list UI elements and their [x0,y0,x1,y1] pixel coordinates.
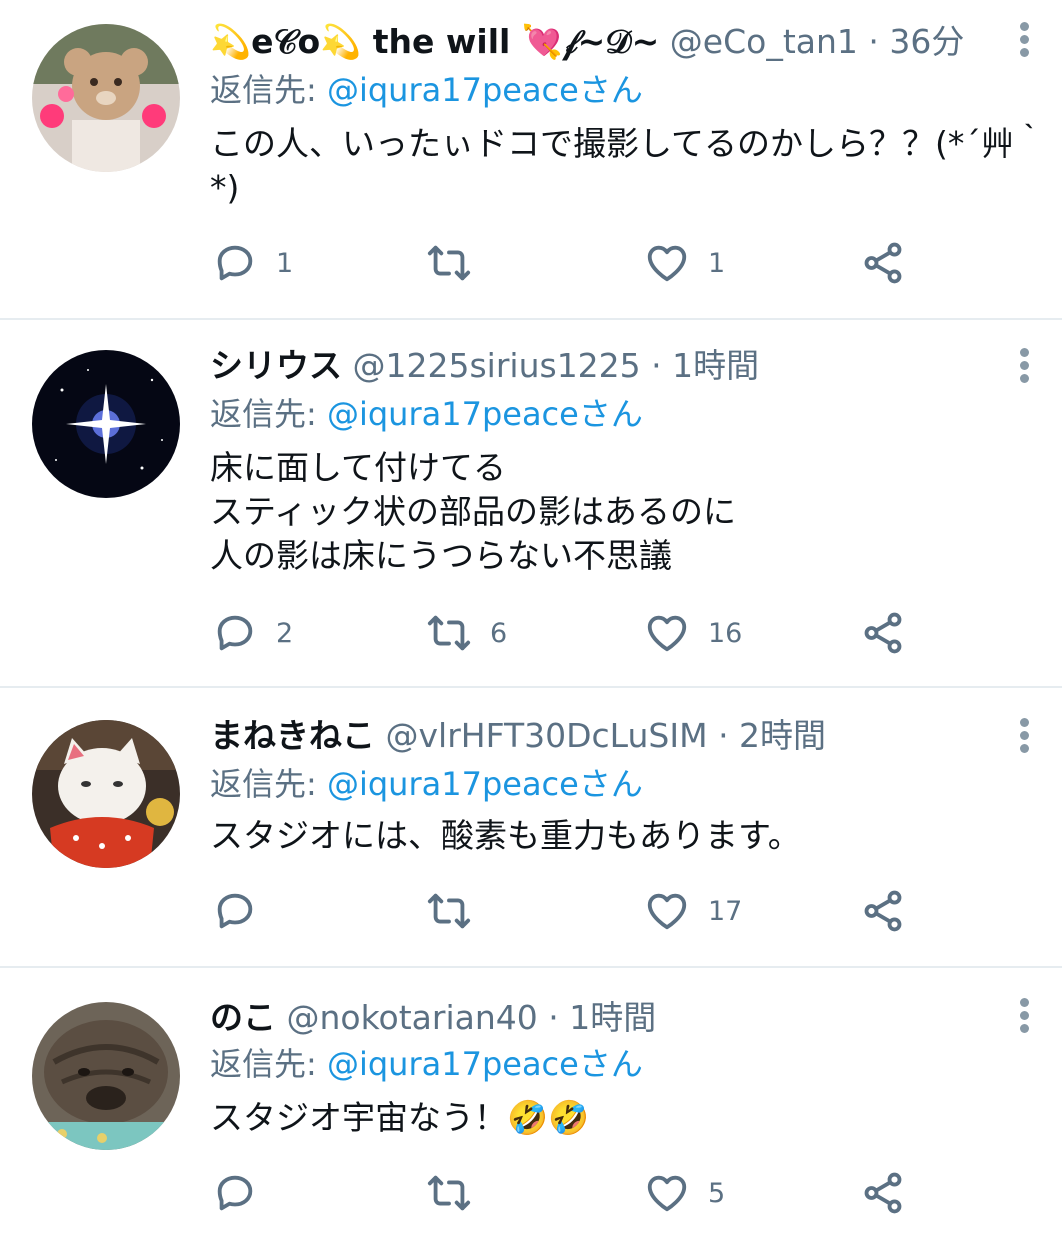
tweet-text-line: この人、いったぃドコで撮影してるのかしら？？(*´艸｀ [210,124,1047,163]
reply-context: 返信先: @iqura17peaceさん [210,392,643,436]
reply-button[interactable]: 2 [212,608,293,658]
action-bar: 1 1 [0,238,1062,288]
like-button[interactable]: 1 [644,238,725,288]
retweet-button[interactable] [426,886,490,936]
reply-prefix: 返信先: [210,765,327,803]
tweet-text: スタジオ宇宙なう！🤣🤣 [210,1096,1040,1140]
action-bar: 2 6 16 [0,608,1062,658]
like-button[interactable]: 16 [644,608,742,658]
like-icon [647,615,687,652]
like-icon [647,245,687,282]
retweet-button[interactable]: 6 [426,608,507,658]
tweet-text-line: スティック状の部品の影はあるのに [210,492,737,531]
share-icon [864,242,902,284]
retweet-icon [427,245,471,281]
reply-count: 2 [276,617,294,649]
reply-to-link[interactable]: @iqura17peaceさん [327,395,643,433]
action-bar: 17 [0,886,1062,936]
tweet[interactable]: のこ @nokotarian40 · 1時間 返信先: @iqura17peac… [0,966,1062,1236]
retweet-button[interactable] [426,238,490,288]
share-button[interactable] [860,886,906,936]
like-count: 5 [708,1177,726,1209]
tweet-text: この人、いったぃドコで撮影してるのかしら？？(*´艸｀ *) [210,122,1047,210]
display-name[interactable]: 💫e𝒞o💫 the will 💘𝒻~𝒟~ [210,22,659,61]
display-name[interactable]: のこ [210,998,276,1037]
retweet-button[interactable] [426,1168,490,1218]
like-count: 1 [708,247,726,279]
more-icon[interactable] [1016,22,1032,61]
reply-count: 1 [276,247,294,279]
share-icon [864,890,902,932]
reply-icon [217,245,253,281]
avatar[interactable] [32,24,180,172]
retweet-count: 6 [490,617,508,649]
tweet-text-line: *) [210,168,240,207]
timestamp[interactable]: 2時間 [739,716,826,755]
share-button[interactable] [860,1168,906,1218]
tweet[interactable]: シリウス @1225sirius1225 · 1時間 返信先: @iqura17… [0,318,1062,688]
tweet-text-line: 人の影は床にうつらない不思議 [210,536,672,575]
tweet-text: 床に面して付けてる スティック状の部品の影はあるのに 人の影は床にうつらない不思… [210,446,1040,578]
share-button[interactable] [860,238,906,288]
reply-button[interactable] [212,886,276,936]
timestamp[interactable]: 1時間 [672,346,759,385]
share-icon [864,1172,902,1214]
reply-prefix: 返信先: [210,395,327,433]
display-name[interactable]: まねきねこ [210,716,375,755]
reply-prefix: 返信先: [210,1045,327,1083]
avatar[interactable] [32,1002,180,1150]
more-icon[interactable] [1016,718,1032,757]
like-button[interactable]: 5 [644,1168,725,1218]
reply-prefix: 返信先: [210,71,327,109]
reply-icon [217,893,253,929]
timestamp[interactable]: 36分 [889,22,964,61]
reply-icon [217,615,253,651]
timestamp[interactable]: 1時間 [569,998,656,1037]
tweet-text-line: 床に面して付けてる [210,448,507,487]
like-count: 17 [708,895,743,927]
reply-to-link[interactable]: @iqura17peaceさん [327,71,643,109]
tweet[interactable]: 💫e𝒞o💫 the will 💘𝒻~𝒟~ @eCo_tan1 · 36分 返信先… [0,0,1062,320]
share-icon [864,612,902,654]
like-icon [647,1175,687,1212]
like-count: 16 [708,617,743,649]
retweet-icon [427,615,471,651]
avatar[interactable] [32,350,180,498]
reply-to-link[interactable]: @iqura17peaceさん [327,1045,643,1083]
more-icon[interactable] [1016,998,1032,1037]
action-bar: 5 [0,1168,1062,1218]
share-button[interactable] [860,608,906,658]
reply-button[interactable]: 1 [212,238,293,288]
avatar[interactable] [32,720,180,868]
like-button[interactable]: 17 [644,886,742,936]
tweet-text-line: スタジオ宇宙なう！🤣🤣 [210,1098,590,1137]
tweet[interactable]: まねきねこ @vlrHFT30DcLuSIM · 2時間 返信先: @iqura… [0,686,1062,968]
reply-icon [217,1175,253,1211]
reply-to-link[interactable]: @iqura17peaceさん [327,765,643,803]
user-handle[interactable]: @eCo_tan1 [670,22,858,61]
tweet-text-line: スタジオには、酸素も重力もあります。 [210,816,801,855]
tweet-text: スタジオには、酸素も重力もあります。 [210,814,1040,858]
user-handle[interactable]: @vlrHFT30DcLuSIM [386,716,708,755]
reply-context: 返信先: @iqura17peaceさん [210,762,643,806]
reply-context: 返信先: @iqura17peaceさん [210,1042,643,1086]
reply-button[interactable] [212,1168,276,1218]
reply-context: 返信先: @iqura17peaceさん [210,68,643,112]
more-icon[interactable] [1016,348,1032,387]
retweet-icon [427,893,471,929]
like-icon [647,893,687,930]
retweet-icon [427,1175,471,1211]
display-name[interactable]: シリウス [210,346,342,385]
user-handle[interactable]: @nokotarian40 [287,998,538,1037]
user-handle[interactable]: @1225sirius1225 [353,346,641,385]
